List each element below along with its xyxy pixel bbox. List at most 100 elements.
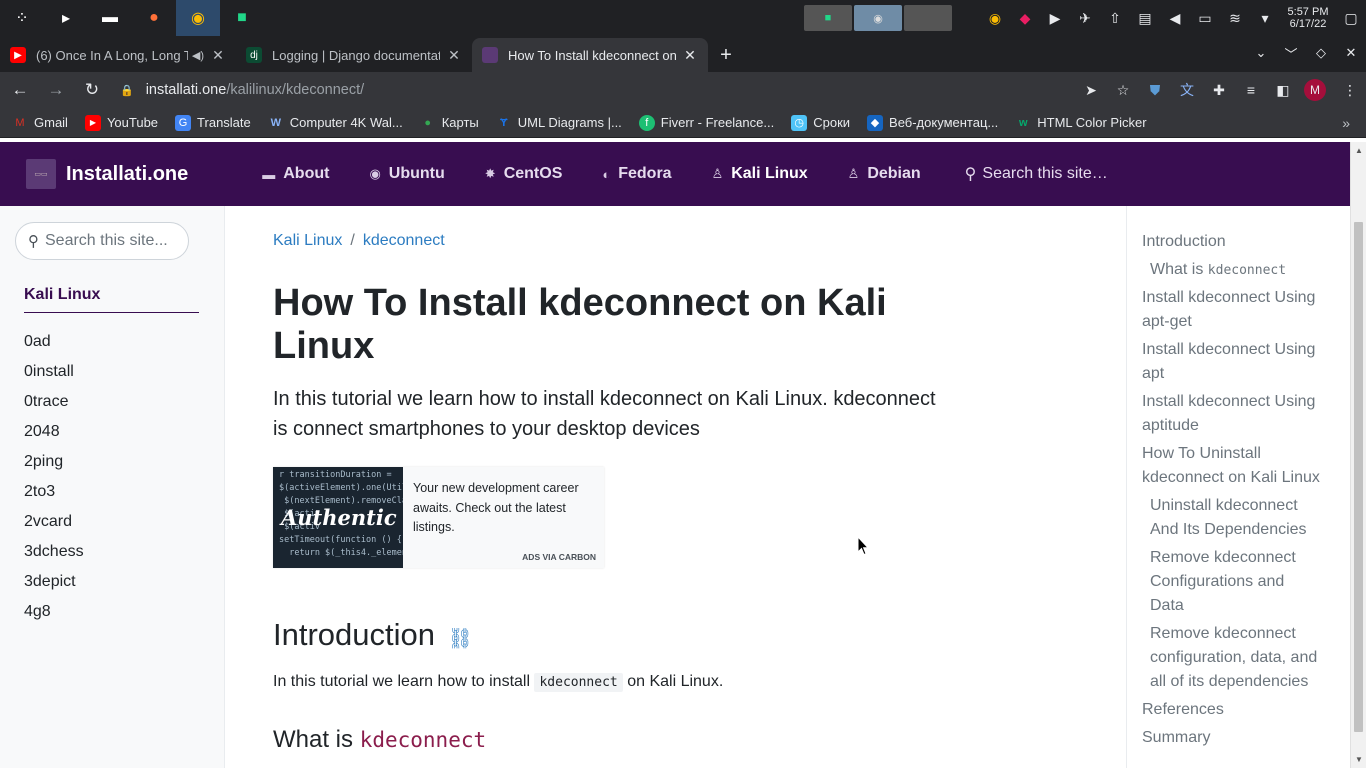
toc-remove-config[interactable]: Remove kdeconnect Configurations and Data — [1150, 546, 1296, 618]
chrome-icon[interactable]: ◉ — [176, 0, 220, 36]
reload-icon[interactable]: ↻ — [76, 80, 108, 100]
tab-search-icon[interactable]: ⌄ — [1246, 45, 1276, 61]
close-window-icon[interactable]: ✕ — [1336, 45, 1366, 61]
notifications-icon[interactable]: ▢ — [1336, 10, 1366, 27]
carbon-ad[interactable]: r transitionDuration = $(activeElement).… — [273, 467, 604, 568]
window-chrome[interactable]: ◉ — [854, 5, 902, 31]
tab-youtube[interactable]: ▶ (6) Once In A Long, Long Time ◀) ✕ — [0, 38, 236, 72]
extensions-icon[interactable]: ✚ — [1203, 82, 1235, 99]
update-icon[interactable]: ⇧ — [1100, 10, 1130, 27]
address-bar[interactable]: 🔒 installati.one/kalilinux/kdeconnect/ — [120, 82, 364, 98]
close-tab-icon[interactable]: ✕ — [682, 47, 698, 64]
sidebar-item[interactable]: 4g8 — [24, 600, 84, 630]
tray-expand-icon[interactable]: ▾ — [1250, 10, 1280, 27]
toc-remove-all[interactable]: Remove kdeconnect configuration, data, an… — [1150, 622, 1317, 694]
clock[interactable]: 5:57 PM 6/17/22 — [1280, 6, 1336, 30]
bookmark-sroki[interactable]: ◷ Сроки — [791, 114, 850, 131]
profile-avatar[interactable]: M — [1304, 79, 1326, 101]
sidebar-item[interactable]: 2to3 — [24, 480, 84, 510]
bookmark-mdn[interactable]: ◆ Веб-документац... — [867, 114, 998, 131]
sidebar-item[interactable]: 0ad — [24, 330, 84, 360]
firefox-icon[interactable]: ● — [132, 0, 176, 36]
tab-installati[interactable]: How To Install kdeconnect on Kali Linux … — [472, 38, 708, 72]
tab-django[interactable]: dj Logging | Django documentation ✕ — [236, 38, 472, 72]
toc-uninstall[interactable]: How To Uninstall kdeconnect on Kali Linux — [1142, 442, 1320, 490]
volume-icon[interactable]: ◀ — [1160, 10, 1190, 27]
scroll-up-icon[interactable]: ▲ — [1355, 146, 1363, 155]
bookmark-maps[interactable]: ● Карты — [420, 115, 478, 131]
sidebar-item[interactable]: 2ping — [24, 450, 84, 480]
bookmark-gmail[interactable]: M Gmail — [12, 115, 68, 131]
toc-install-apt-get[interactable]: Install kdeconnect Using apt-get — [1142, 286, 1315, 334]
nav-ubuntu[interactable]: ◉ Ubuntu — [369, 165, 444, 183]
speaker-icon[interactable]: ◀) — [192, 49, 204, 62]
nav-debian[interactable]: ♙ Debian — [848, 165, 921, 183]
bookmark-youtube[interactable]: ▶ YouTube — [84, 114, 158, 131]
sidebar-section-title[interactable]: Kali Linux — [24, 286, 199, 313]
side-panel-icon[interactable]: ◧ — [1267, 82, 1299, 99]
bookmark-wallpapers[interactable]: W Computer 4K Wal... — [268, 115, 403, 131]
bitwarden-icon[interactable]: ⛊ — [1139, 82, 1171, 99]
window-pycharm[interactable]: ■ — [804, 5, 852, 31]
bookmark-fiverr[interactable]: f Fiverr - Freelance... — [638, 114, 774, 131]
app-launcher-icon[interactable]: ⁘ — [0, 0, 44, 36]
ads-via-carbon[interactable]: ADS VIA CARBON — [522, 552, 596, 562]
back-icon[interactable]: ← — [4, 80, 36, 100]
toc-references[interactable]: References — [1142, 698, 1224, 722]
toc-uninstall-deps[interactable]: Uninstall kdeconnect And Its Dependencies — [1150, 494, 1307, 542]
toc-install-apt[interactable]: Install kdeconnect Using apt — [1142, 338, 1315, 386]
reading-list-icon[interactable]: ≡ — [1235, 82, 1267, 98]
forward-icon[interactable]: → — [40, 80, 72, 100]
translate-extension-icon[interactable]: 文 — [1171, 80, 1203, 100]
breadcrumb-kdeconnect[interactable]: kdeconnect — [363, 232, 445, 249]
anchor-link-icon[interactable]: ⛓ — [448, 628, 473, 650]
sidebar-item[interactable]: 3dchess — [24, 540, 84, 570]
close-tab-icon[interactable]: ✕ — [446, 47, 462, 64]
battery-icon[interactable]: ▭ — [1190, 10, 1220, 27]
chrome-tray-icon[interactable]: ◉ — [980, 10, 1010, 27]
sidebar-item[interactable]: 2vcard — [24, 510, 84, 540]
nav-centos[interactable]: ✸ CentOS — [485, 165, 563, 183]
wifi-icon[interactable]: ≋ — [1220, 10, 1250, 27]
scroll-down-icon[interactable]: ▼ — [1355, 755, 1363, 764]
navbar-search[interactable]: ⚲ Search this site… — [965, 164, 1108, 184]
sidebar-item[interactable]: 0install — [24, 360, 84, 390]
send-icon[interactable]: ➤ — [1075, 82, 1107, 99]
page-scrollbar[interactable]: ▲ ▼ — [1350, 142, 1366, 768]
window-empty[interactable] — [904, 5, 952, 31]
ad-image[interactable]: r transitionDuration = $(activeElement).… — [273, 467, 403, 568]
telegram-icon[interactable]: ✈ — [1070, 10, 1100, 27]
nav-fedora[interactable]: ◐ Fedora — [602, 165, 671, 183]
bookmark-color-picker[interactable]: w HTML Color Picker — [1015, 115, 1147, 131]
bookmark-star-icon[interactable]: ☆ — [1107, 82, 1139, 99]
page-title: How To Install kdeconnect on Kali Linux — [273, 282, 887, 367]
lock-icon[interactable]: 🔒 — [120, 84, 134, 97]
sidebar-search-input[interactable]: ⚲ Search this site... — [15, 222, 189, 260]
terminal-icon[interactable]: ▸ — [44, 0, 88, 36]
nav-about[interactable]: ▬ About — [262, 165, 329, 183]
toc-introduction[interactable]: Introduction — [1142, 230, 1226, 254]
breadcrumb-kali-linux[interactable]: Kali Linux — [273, 232, 342, 249]
scrollbar-thumb[interactable] — [1354, 222, 1363, 732]
app-tray-icon[interactable]: ◆ — [1010, 10, 1040, 27]
toc-summary[interactable]: Summary — [1142, 726, 1210, 750]
toc-install-aptitude[interactable]: Install kdeconnect Using aptitude — [1142, 390, 1315, 438]
nav-kali-linux[interactable]: ♙ Kali Linux — [712, 165, 808, 183]
file-manager-icon[interactable]: ▬ — [88, 0, 132, 36]
toc-what-is[interactable]: What is kdeconnect — [1150, 258, 1286, 283]
bookmark-translate[interactable]: G Translate — [175, 114, 251, 131]
minimize-icon[interactable]: ﹀ — [1276, 44, 1306, 63]
more-bookmarks-icon[interactable]: » — [1342, 115, 1350, 131]
sidebar-item[interactable]: 2048 — [24, 420, 84, 450]
close-tab-icon[interactable]: ✕ — [210, 47, 226, 64]
pycharm-icon[interactable]: ■ — [220, 0, 264, 36]
restore-icon[interactable]: ◇ — [1306, 45, 1336, 61]
new-tab-button[interactable]: + — [708, 38, 744, 72]
media-play-icon[interactable]: ▶ — [1040, 10, 1070, 27]
site-brand[interactable]: ▭▭ Installati.one — [26, 159, 188, 189]
bookmark-uml[interactable]: Ɏ UML Diagrams |... — [496, 115, 622, 131]
sidebar-item[interactable]: 3depict — [24, 570, 84, 600]
clipboard-icon[interactable]: ▤ — [1130, 10, 1160, 27]
sidebar-item[interactable]: 0trace — [24, 390, 84, 420]
menu-icon[interactable]: ⋮ — [1334, 82, 1366, 99]
